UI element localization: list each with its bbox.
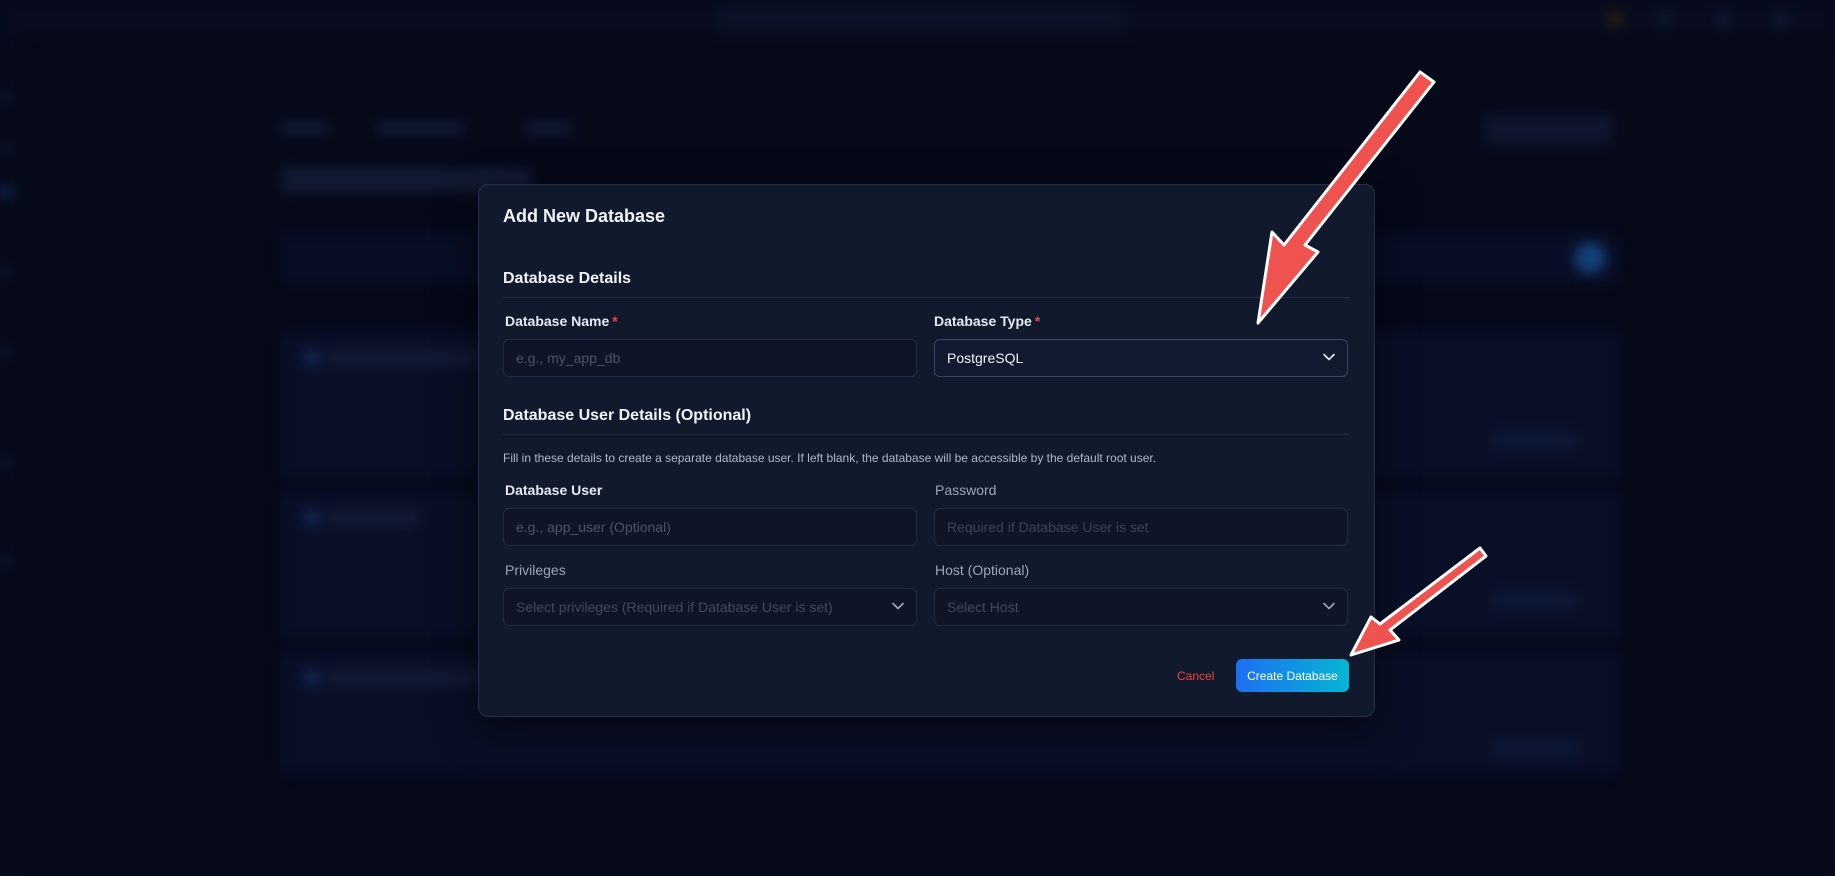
chevron-down-icon: [1323, 353, 1335, 361]
database-user-input[interactable]: [503, 508, 917, 546]
privileges-placeholder: Select privileges (Required if Database …: [516, 599, 833, 615]
chevron-down-icon: [892, 602, 904, 610]
create-database-button[interactable]: Create Database: [1236, 659, 1349, 692]
section-divider: [503, 297, 1349, 298]
host-label: Host (Optional): [935, 562, 1030, 578]
modal-title: Add New Database: [503, 206, 666, 226]
helper-text: Fill in these details to create a separa…: [503, 451, 1157, 465]
database-user-heading: Database User Details (Optional): [503, 407, 752, 424]
add-database-modal: Add New Database Database Details Databa…: [478, 184, 1375, 717]
database-type-value: PostgreSQL: [947, 350, 1024, 366]
chevron-down-icon: [1323, 602, 1335, 610]
host-placeholder: Select Host: [947, 599, 1019, 615]
database-type-label-text: Database Type: [934, 313, 1032, 329]
database-name-input[interactable]: [503, 339, 917, 377]
database-type-select[interactable]: PostgreSQL: [934, 339, 1348, 377]
password-input[interactable]: [934, 508, 1348, 546]
privileges-label: Privileges: [505, 562, 566, 578]
password-label: Password: [935, 482, 997, 498]
database-user-label: Database User: [505, 482, 603, 498]
database-type-label: Database Type *: [934, 313, 1040, 329]
database-details-heading: Database Details: [503, 270, 632, 287]
cancel-button[interactable]: Cancel: [1177, 669, 1214, 683]
database-name-label: Database Name *: [505, 313, 618, 329]
privileges-select[interactable]: Select privileges (Required if Database …: [503, 588, 917, 626]
required-mark: *: [1034, 313, 1041, 329]
section-divider: [503, 434, 1349, 435]
required-mark: *: [612, 313, 618, 329]
database-name-label-text: Database Name: [505, 313, 610, 329]
host-select[interactable]: Select Host: [934, 588, 1348, 626]
